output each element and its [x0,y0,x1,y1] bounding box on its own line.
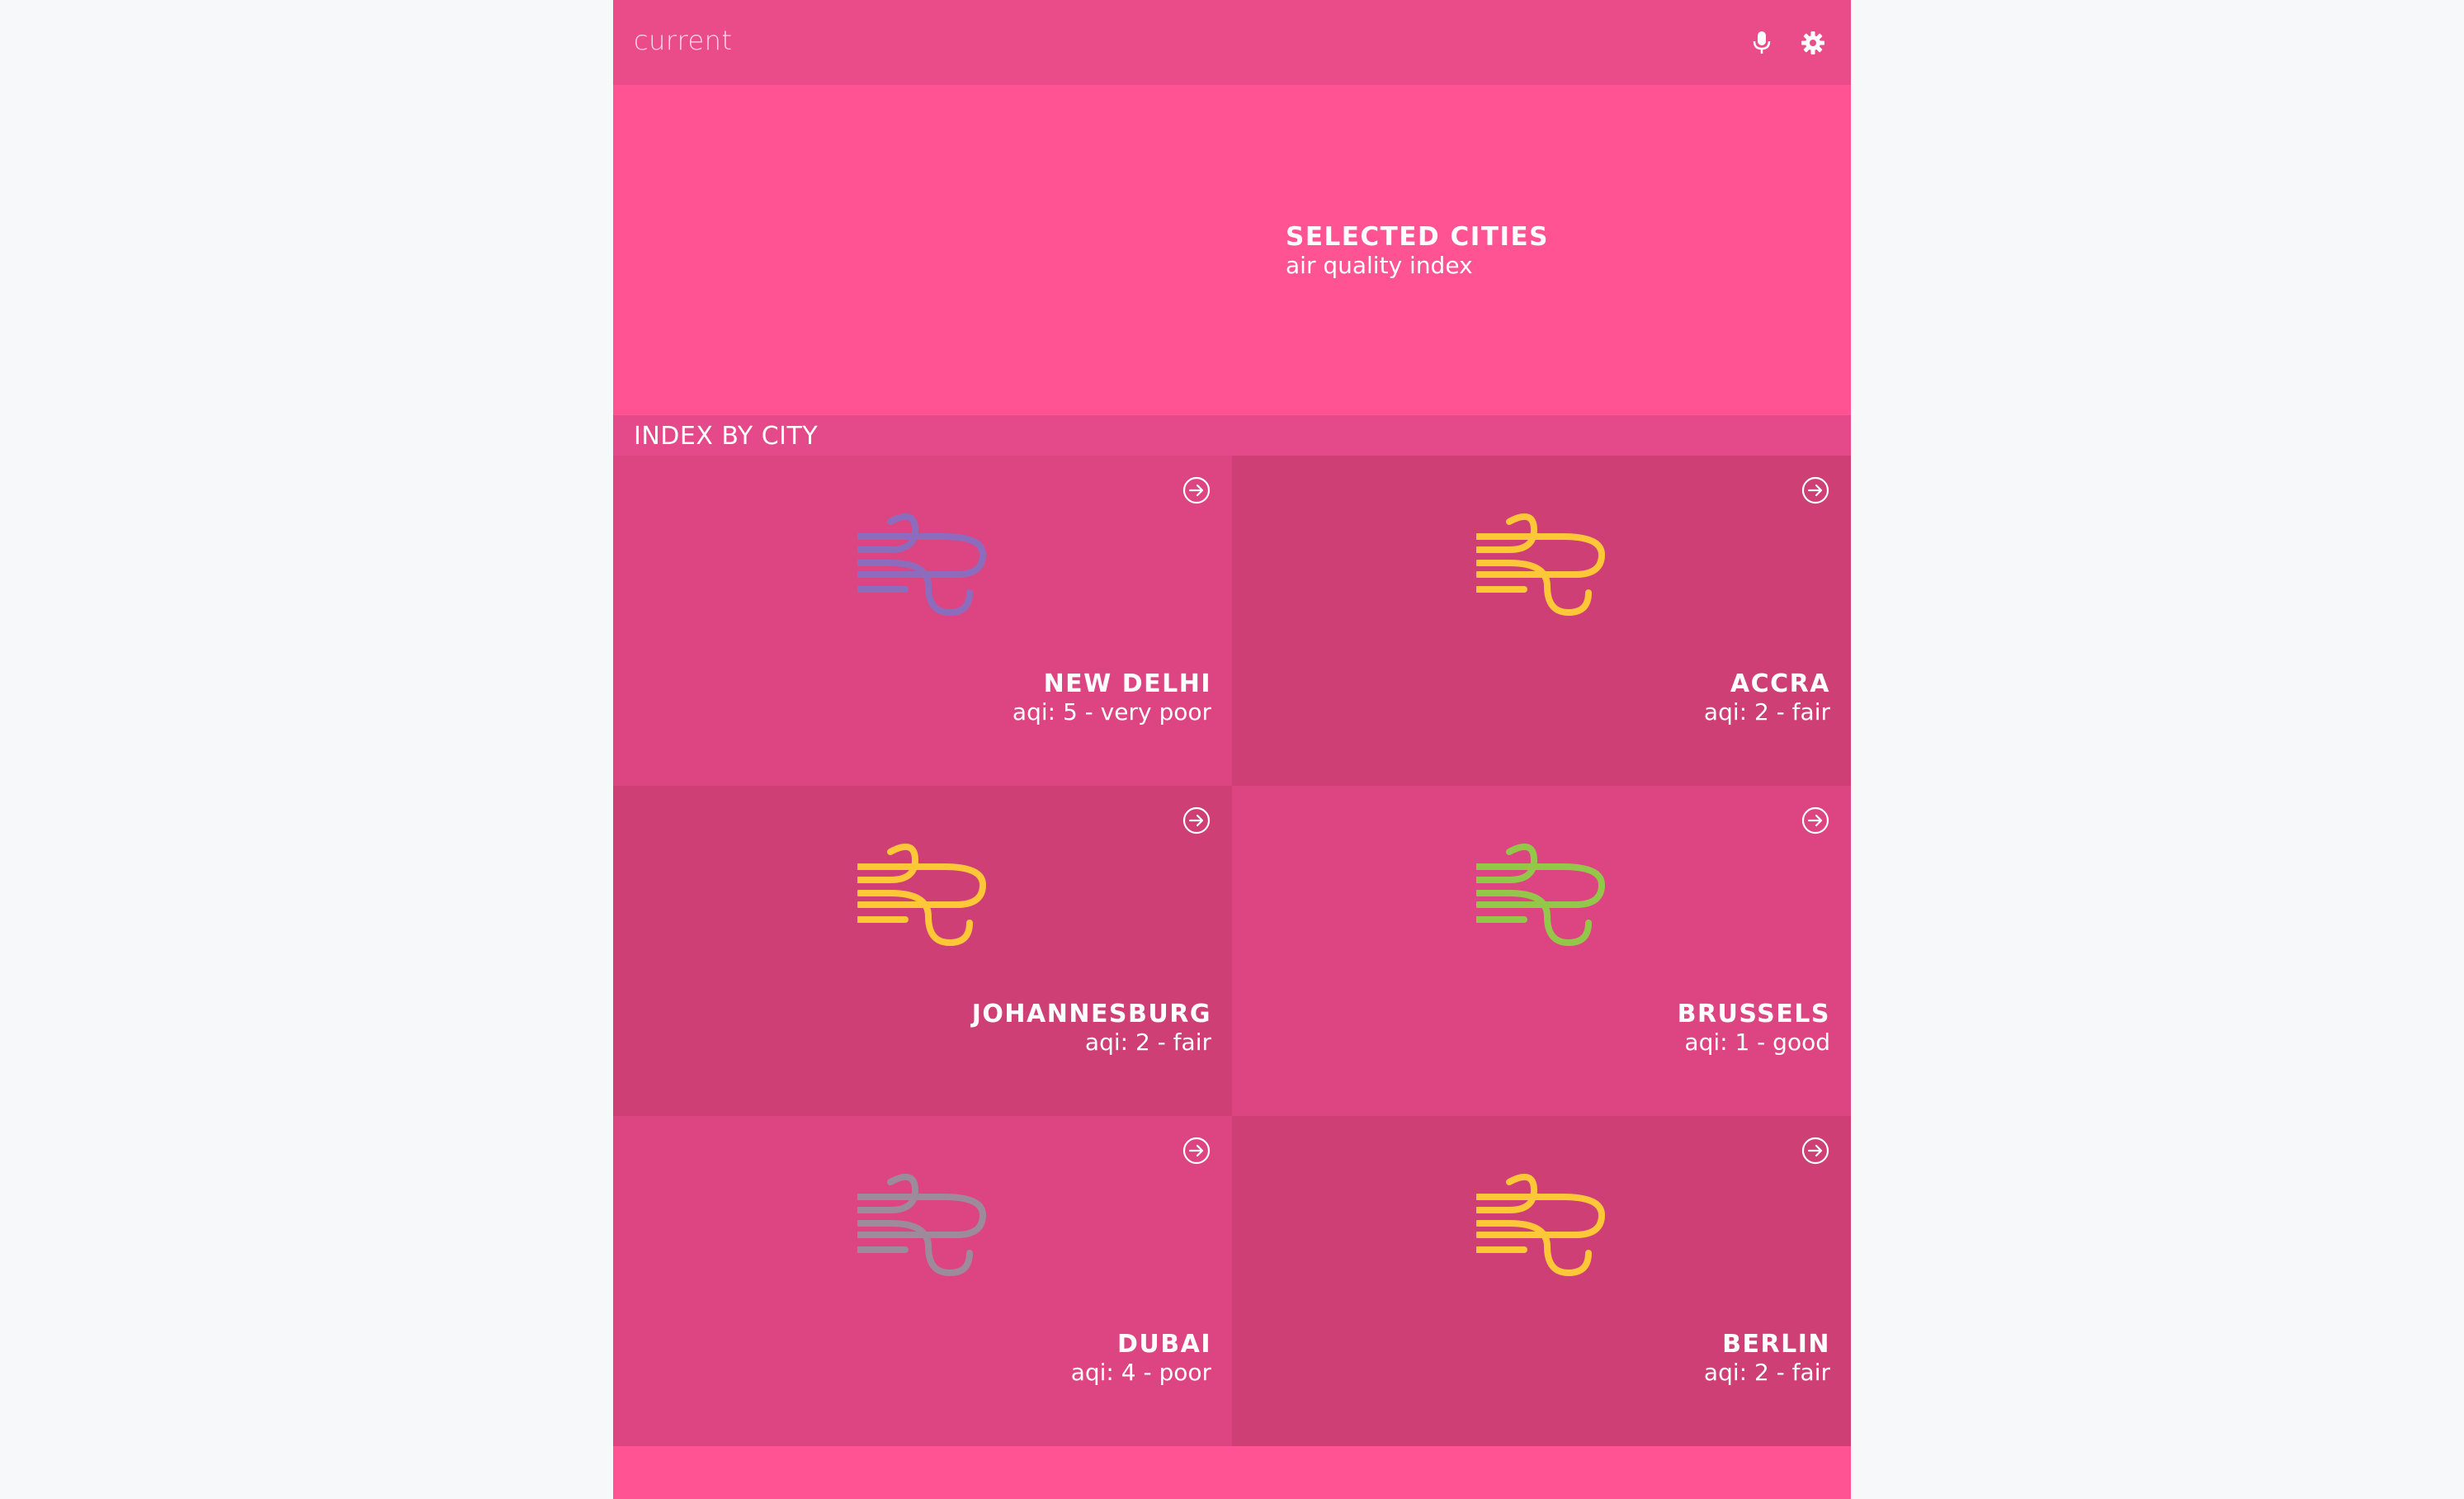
section-header: INDEX BY CITY [613,415,1851,456]
city-name: ACCRA [1730,669,1830,698]
arrow-circle-right-icon[interactable] [1801,475,1830,505]
section-title: INDEX BY CITY [634,422,819,451]
wind-icon [1476,513,1606,617]
city-tile[interactable]: JOHANNESBURG aqi: 2 - fair [613,786,1232,1116]
wind-icon [857,1173,987,1277]
city-grid: NEW DELHI aqi: 5 - very poor ACCRA aqi: … [613,456,1851,1446]
wind-icon [857,513,987,617]
hero-banner: SELECTED CITIES air quality index [613,85,1851,415]
wind-icon [1476,1173,1606,1277]
gear-icon[interactable] [1796,26,1829,59]
arrow-circle-right-icon[interactable] [1182,475,1211,505]
city-name: BRUSSELS [1677,1000,1830,1028]
arrow-circle-right-icon[interactable] [1182,806,1211,835]
app-window: current SELECTED CITIES air quality inde… [613,0,1851,1499]
hero-title: SELECTED CITIES [1286,222,1549,252]
city-aqi: aqi: 2 - fair [1703,1359,1830,1386]
city-aqi: aqi: 2 - fair [1084,1028,1211,1056]
arrow-circle-right-icon[interactable] [1801,806,1830,835]
city-tile[interactable]: DUBAI aqi: 4 - poor [613,1116,1232,1446]
city-tile[interactable]: BERLIN aqi: 2 - fair [1232,1116,1851,1446]
city-name: NEW DELHI [1043,669,1211,698]
microphone-icon[interactable] [1745,26,1778,59]
top-bar: current [613,0,1851,85]
city-name: JOHANNESBURG [971,1000,1211,1028]
wind-icon [1476,843,1606,947]
city-aqi: aqi: 1 - good [1684,1028,1830,1056]
city-aqi: aqi: 5 - very poor [1012,698,1211,726]
bottom-strip [613,1446,1851,1499]
arrow-circle-right-icon[interactable] [1182,1136,1211,1166]
city-name: DUBAI [1116,1330,1211,1359]
city-tile[interactable]: BRUSSELS aqi: 1 - good [1232,786,1851,1116]
wind-icon [857,843,987,947]
page-title: current [634,25,733,56]
arrow-circle-right-icon[interactable] [1801,1136,1830,1166]
hero-subtitle: air quality index [1286,252,1473,279]
city-aqi: aqi: 2 - fair [1703,698,1830,726]
city-name: BERLIN [1722,1330,1830,1359]
city-aqi: aqi: 4 - poor [1070,1359,1211,1386]
city-tile[interactable]: ACCRA aqi: 2 - fair [1232,456,1851,786]
city-tile[interactable]: NEW DELHI aqi: 5 - very poor [613,456,1232,786]
